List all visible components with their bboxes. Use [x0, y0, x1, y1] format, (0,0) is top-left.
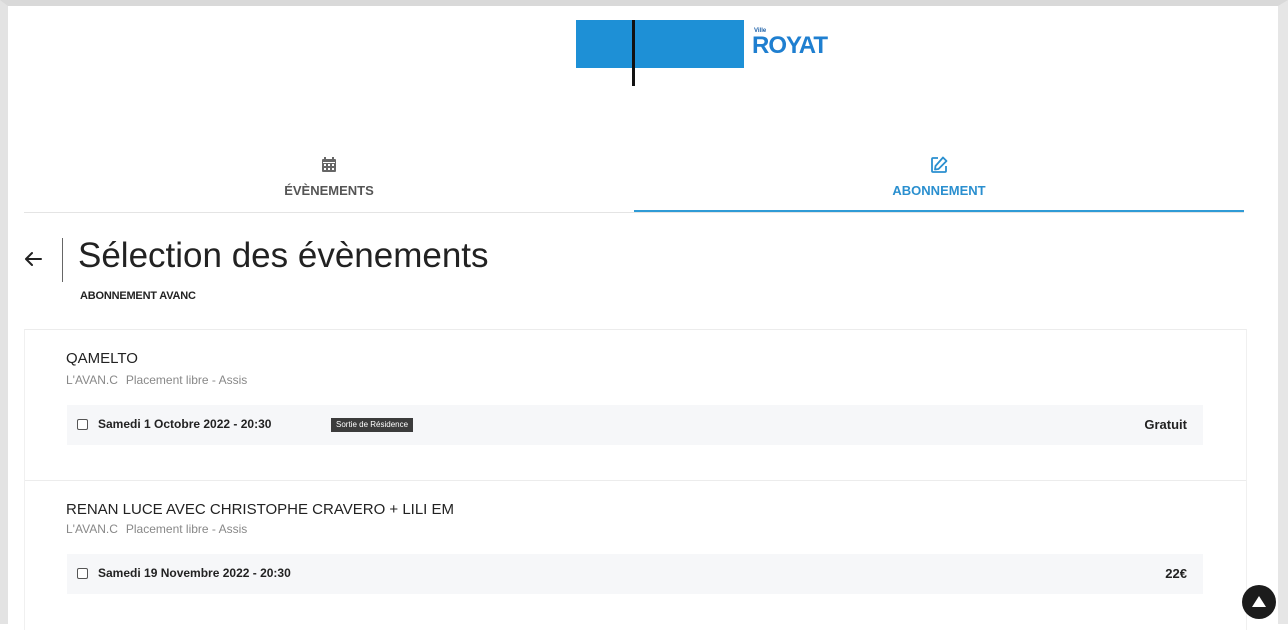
logo-black-bar [632, 20, 635, 86]
site-header: Ville ROYAT [8, 6, 1278, 116]
session-row[interactable]: Samedi 19 Novembre 2022 - 20:30 22€ [67, 554, 1203, 594]
event-meta: L'AVAN.C Placement libre - Assis [66, 522, 255, 536]
event-venue: L'AVAN.C [66, 522, 118, 536]
event-placement: Placement libre - Assis [125, 373, 248, 387]
event-venue: L'AVAN.C [66, 373, 118, 387]
scroll-to-top-button[interactable] [1242, 585, 1276, 619]
logo-blue-block [576, 20, 744, 68]
session-price: Gratuit [1144, 417, 1187, 432]
session-row[interactable]: Samedi 1 Octobre 2022 - 20:30 Sortie de … [67, 405, 1203, 445]
logo-royat-text[interactable]: ROYAT [752, 34, 828, 58]
calendar-icon [322, 157, 336, 172]
back-arrow-icon[interactable] [22, 248, 44, 270]
event-meta: L'AVAN.C Placement libre - Assis [66, 373, 255, 387]
event-card: QAMELTO L'AVAN.C Placement libre - Assis … [25, 330, 1246, 481]
edit-icon [931, 156, 948, 173]
page-title: Sélection des évènements [78, 236, 489, 275]
session-checkbox[interactable] [77, 568, 88, 579]
event-list: QAMELTO L'AVAN.C Placement libre - Assis … [24, 329, 1247, 630]
session-date: Samedi 19 Novembre 2022 - 20:30 [98, 566, 291, 580]
tab-events-label: ÉVÈNEMENTS [284, 183, 374, 198]
page-subtitle: ABONNEMENT AVANC [80, 290, 196, 302]
tab-subscription[interactable]: ABONNEMENT [634, 148, 1244, 212]
title-divider [62, 238, 63, 282]
session-price: 22€ [1165, 566, 1187, 581]
event-name: QAMELTO [66, 350, 138, 367]
triangle-up-icon [1252, 596, 1266, 607]
event-card: RENAN LUCE AVEC CHRISTOPHE CRAVERO + LIL… [25, 481, 1246, 631]
event-name: RENAN LUCE AVEC CHRISTOPHE CRAVERO + LIL… [66, 501, 455, 518]
event-placement: Placement libre - Assis [125, 522, 248, 536]
session-badge: Sortie de Résidence [331, 418, 414, 432]
session-date: Samedi 1 Octobre 2022 - 20:30 [98, 417, 272, 431]
main-tabs: ÉVÈNEMENTS ABONNEMENT [24, 148, 1244, 213]
session-checkbox[interactable] [77, 419, 88, 430]
tab-events[interactable]: ÉVÈNEMENTS [24, 148, 634, 211]
tab-subscription-label: ABONNEMENT [892, 183, 986, 198]
